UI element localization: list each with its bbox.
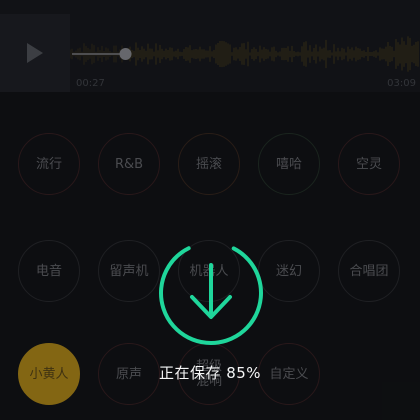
saving-progress-ring [159,241,263,345]
download-arrow-icon [190,263,232,319]
saving-status-text: 正在保存 85% [158,364,262,382]
saving-overlay: 正在保存 85% [0,0,420,420]
